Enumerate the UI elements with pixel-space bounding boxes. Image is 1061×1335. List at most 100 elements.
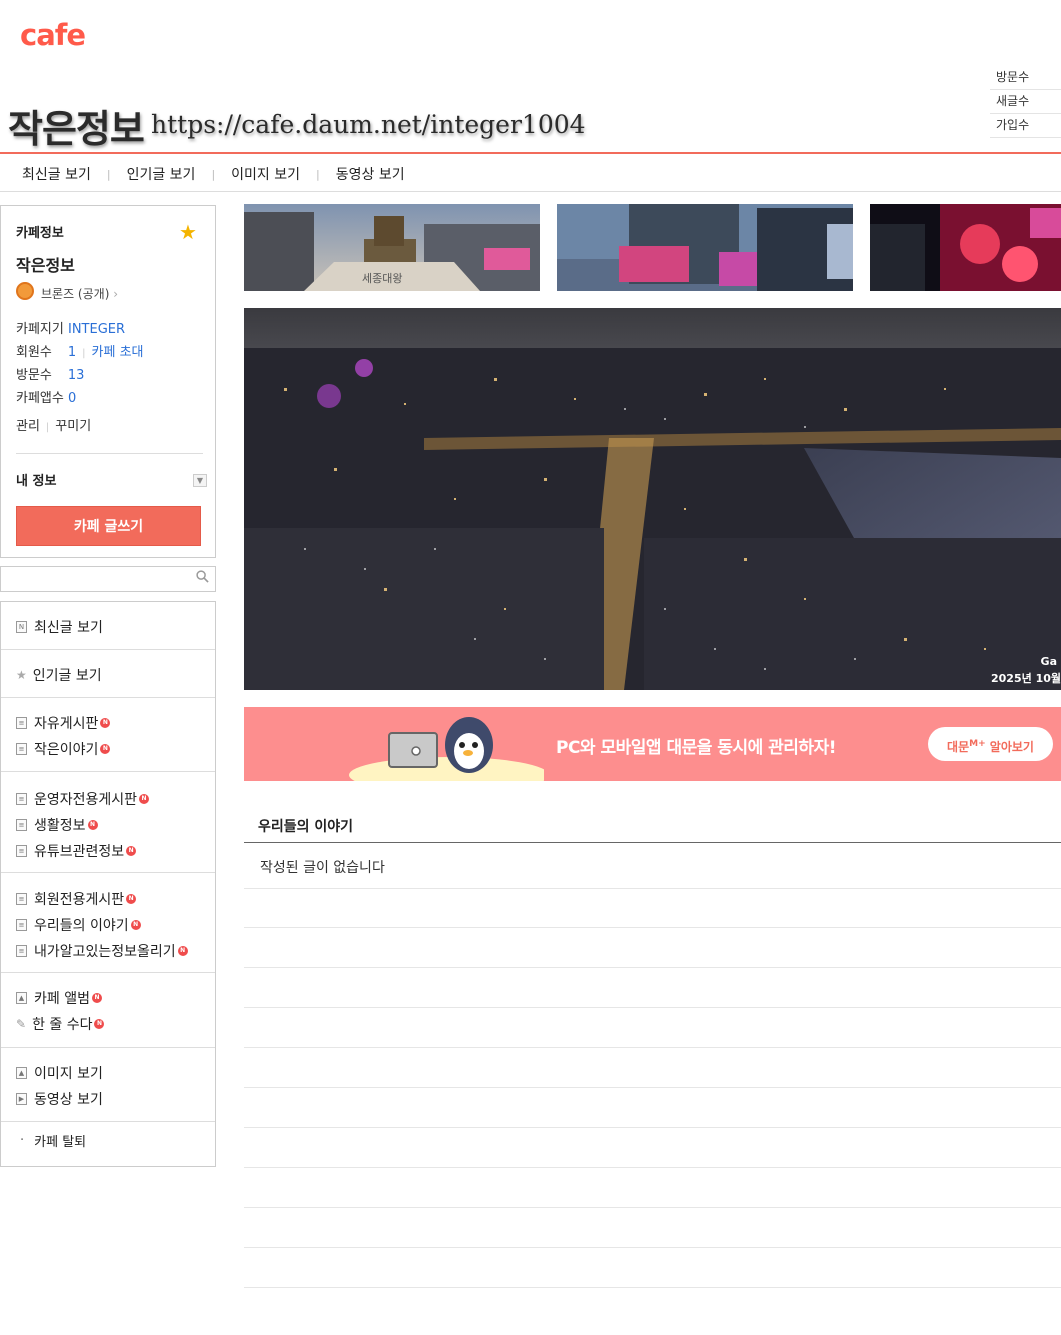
stat-new-posts-label: 새글수 bbox=[990, 90, 1061, 114]
learn-more-button[interactable]: 대문M+ 알아보기 bbox=[928, 727, 1053, 761]
bullet-icon: · bbox=[20, 1133, 25, 1148]
promo-banner[interactable]: PC와 모바일앱 대문을 동시에 관리하자! 대문M+ 알아보기 bbox=[244, 707, 1061, 781]
menu-item-images[interactable]: ▲ 이미지 보기 bbox=[16, 1063, 103, 1083]
menu-item-youtube-info[interactable]: ≡ 유튜브관련정보 N bbox=[16, 841, 137, 861]
recent-board-icon: N bbox=[16, 621, 27, 633]
menu-item-free-board[interactable]: ≡ 자유게시판 N bbox=[16, 713, 111, 733]
new-badge-icon: N bbox=[91, 993, 102, 1003]
empty-board-message: 작성된 글이 없습니다 bbox=[260, 860, 385, 876]
daum-cafe-logo[interactable]: cafe bbox=[20, 18, 86, 52]
board-icon: ≡ bbox=[16, 717, 27, 729]
cafe-grade[interactable]: 브론즈 (공개) › bbox=[41, 285, 118, 302]
video-icon: ▶ bbox=[16, 1093, 27, 1105]
cafe-title[interactable]: 작은정보 bbox=[8, 98, 145, 153]
members-row: 회원수 1 | 카페 초대 bbox=[16, 345, 144, 360]
list-item bbox=[244, 1048, 1061, 1088]
topnav-recent[interactable]: 최신글 보기 bbox=[22, 164, 91, 184]
members-label: 회원수 bbox=[16, 345, 52, 360]
pencil-icon: ✎ bbox=[16, 1017, 27, 1031]
new-badge-icon: N bbox=[130, 920, 141, 930]
menu-item-album[interactable]: ▲ 카페 앨범 N bbox=[16, 988, 102, 1008]
menu-group: ★ 인기글 보기 bbox=[1, 650, 215, 698]
divider: | bbox=[45, 422, 50, 433]
topnav-images[interactable]: 이미지 보기 bbox=[231, 164, 300, 184]
board-icon: ≡ bbox=[16, 845, 27, 857]
owner-row: 카페지기 INTEGER bbox=[16, 318, 144, 341]
sejong-sign: 세종대왕 bbox=[362, 272, 402, 285]
invite-link[interactable]: 카페 초대 bbox=[92, 345, 144, 360]
list-item bbox=[244, 1008, 1061, 1048]
menu-item-member-board[interactable]: ≡ 회원전용게시판 N bbox=[16, 889, 137, 909]
expand-arrow-icon[interactable]: ▼ bbox=[193, 474, 207, 487]
app-row: 카페앱수 0 bbox=[16, 387, 144, 410]
menu-group: ▲ 이미지 보기 ▶ 동영상 보기 bbox=[1, 1048, 215, 1122]
thumbnail-image-3[interactable] bbox=[870, 204, 1061, 291]
cafe-info-heading: 카페정보 bbox=[16, 226, 64, 241]
board-icon: ≡ bbox=[16, 793, 27, 805]
photo-caption-date: 2025년 10월 bbox=[991, 672, 1061, 685]
app-label: 카페앱수 bbox=[16, 391, 64, 406]
cafe-url[interactable]: https://cafe.daum.net/integer1004 bbox=[151, 110, 586, 139]
menu-item-share-info[interactable]: ≡ 내가알고있는정보올리기 N bbox=[16, 941, 188, 961]
board-header-line bbox=[244, 842, 1061, 843]
new-badge-icon: N bbox=[177, 946, 188, 956]
divider: | bbox=[106, 167, 111, 181]
write-post-button[interactable]: 카페 글쓰기 bbox=[16, 506, 201, 546]
menu-item-small-story[interactable]: ≡ 작은이야기 N bbox=[16, 739, 111, 759]
manage-link[interactable]: 관리 bbox=[16, 419, 40, 434]
star-icon: ★ bbox=[16, 668, 27, 682]
new-badge-icon: N bbox=[100, 718, 111, 728]
favorite-star-icon[interactable]: ★ bbox=[179, 222, 197, 242]
top-navigation: 최신글 보기 | 인기글 보기 | 이미지 보기 | 동영상 보기 bbox=[0, 152, 1061, 192]
list-item bbox=[244, 1208, 1061, 1248]
list-item bbox=[244, 1168, 1061, 1208]
menu-group: ▲ 카페 앨범 N ✎ 한 줄 수다 N bbox=[1, 973, 215, 1048]
board-title[interactable]: 우리들의 이야기 bbox=[258, 816, 353, 836]
members-count[interactable]: 1 bbox=[68, 345, 76, 360]
new-badge-icon: N bbox=[94, 1019, 105, 1029]
photo-caption-device: Ga bbox=[1040, 655, 1057, 668]
board-icon: ≡ bbox=[16, 945, 27, 957]
topnav-popular[interactable]: 인기글 보기 bbox=[127, 164, 196, 184]
menu-item-one-line[interactable]: ✎ 한 줄 수다 N bbox=[16, 1014, 105, 1034]
menu-item-our-story[interactable]: ≡ 우리들의 이야기 N bbox=[16, 915, 141, 935]
new-badge-icon: N bbox=[126, 894, 137, 904]
visits-label: 방문수 bbox=[16, 368, 52, 383]
menu-item-admin-board[interactable]: ≡ 운영자전용게시판 N bbox=[16, 789, 150, 809]
menu-item-recent[interactable]: N 최신글 보기 bbox=[16, 617, 103, 637]
stat-joins-label: 가입수 bbox=[990, 114, 1061, 138]
cafe-info-panel: 카페정보 ★ 작은정보 브론즈 (공개) › 카페지기 INTEGER 회원수 1… bbox=[0, 205, 216, 558]
menu-item-popular[interactable]: ★ 인기글 보기 bbox=[16, 665, 102, 685]
thumbnail-image-2[interactable] bbox=[557, 204, 853, 291]
menu-item-leave[interactable]: · 카페 탈퇴 bbox=[16, 1131, 86, 1150]
list-item bbox=[244, 1128, 1061, 1168]
board-icon: ≡ bbox=[16, 819, 27, 831]
album-icon: ▲ bbox=[16, 992, 27, 1004]
board-list bbox=[244, 888, 1061, 1288]
app-count: 0 bbox=[67, 391, 77, 406]
decorate-link[interactable]: 꾸미기 bbox=[55, 419, 91, 434]
board-icon: ≡ bbox=[16, 743, 27, 755]
owner-link[interactable]: INTEGER bbox=[68, 322, 125, 337]
new-badge-icon: N bbox=[139, 794, 150, 804]
menu-item-life-info[interactable]: ≡ 생활정보 N bbox=[16, 815, 98, 835]
menu-item-videos[interactable]: ▶ 동영상 보기 bbox=[16, 1089, 103, 1109]
topnav-videos[interactable]: 동영상 보기 bbox=[336, 164, 405, 184]
cafe-search-input[interactable] bbox=[0, 566, 216, 592]
new-badge-icon: N bbox=[126, 846, 137, 856]
list-item bbox=[244, 1088, 1061, 1128]
search-icon[interactable] bbox=[196, 570, 209, 583]
board-icon: ≡ bbox=[16, 919, 27, 931]
my-info-heading: 내 정보 bbox=[16, 474, 57, 489]
visits-count: 13 bbox=[67, 368, 85, 383]
list-item bbox=[244, 888, 1061, 928]
board-menu: N 최신글 보기 ★ 인기글 보기 ≡ 자유게시판 N ≡ 작은이야기 N ≡ 운영자전용게시… bbox=[0, 601, 216, 1167]
divider: | bbox=[211, 167, 216, 181]
thumbnail-image-1[interactable]: 세종대왕 bbox=[244, 204, 540, 291]
image-icon: ▲ bbox=[16, 1067, 27, 1079]
list-item bbox=[244, 968, 1061, 1008]
sidebar-cafe-name[interactable]: 작은정보 bbox=[16, 252, 75, 276]
new-badge-icon: N bbox=[87, 820, 98, 830]
banner-text: PC와 모바일앱 대문을 동시에 관리하자! bbox=[556, 738, 836, 758]
board-icon: ≡ bbox=[16, 893, 27, 905]
